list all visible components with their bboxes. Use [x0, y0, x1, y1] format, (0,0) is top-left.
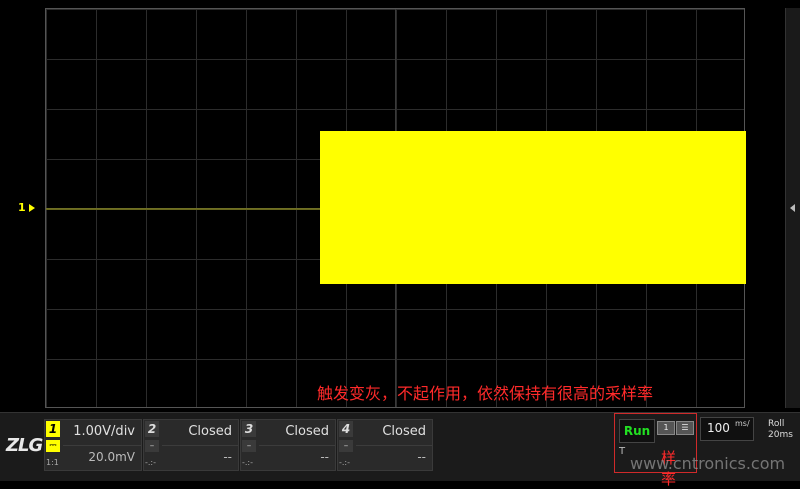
- roll-mode-indicator[interactable]: Roll 20ms: [768, 419, 793, 441]
- channel-1-number: 1: [46, 421, 60, 437]
- channel-4-offset: --: [417, 450, 426, 464]
- channel-4-probe-ratio: -.:-: [339, 458, 351, 467]
- channel-3-panel[interactable]: 3 – -.:- Closed --: [240, 419, 336, 471]
- channel-1-probe-ratio: 1:1: [46, 458, 59, 467]
- timebase-unit: ms/: [735, 419, 750, 428]
- panel-divider: [162, 445, 238, 446]
- waveform-grid[interactable]: [45, 8, 746, 408]
- acquire-mode-icon[interactable]: ☰: [676, 421, 694, 435]
- channel-4-number: 4: [339, 421, 353, 437]
- timebase-value: 100: [707, 421, 730, 435]
- status-bar: ZLG® 1 ⎓ 1:1 1.00V/div 20.0mV 2 – -.:- C…: [0, 412, 800, 488]
- side-menu-handle[interactable]: [785, 8, 800, 408]
- channel-2-probe-ratio: -.:-: [145, 458, 157, 467]
- timebase-readout[interactable]: 100 ms/: [700, 417, 754, 441]
- channel-1-coupling-icon: ⎓: [46, 440, 60, 452]
- channel-1-offset: 20.0mV: [88, 450, 135, 464]
- panel-divider: [63, 445, 141, 446]
- channel-2-offset: --: [223, 450, 232, 464]
- channel-4-panel[interactable]: 4 – -.:- Closed --: [337, 419, 433, 471]
- watermark-text: www.cntronics.com: [630, 454, 786, 473]
- panel-divider: [356, 445, 432, 446]
- mode-line-2: 20ms: [768, 430, 793, 440]
- channel-3-status: Closed: [285, 424, 329, 439]
- mode-line-1: Roll: [768, 419, 785, 429]
- run-stop-button[interactable]: Run: [619, 419, 655, 443]
- channel-3-coupling-icon: –: [242, 440, 256, 452]
- channel-3-probe-ratio: -.:-: [242, 458, 254, 467]
- right-arrow-icon: [28, 204, 35, 212]
- single-trigger-icon[interactable]: 1: [657, 421, 675, 435]
- panel-divider: [259, 445, 335, 446]
- ch1-trace-signal: [320, 131, 746, 284]
- channel-2-status: Closed: [188, 424, 232, 439]
- logo-text: ZLG: [6, 435, 43, 456]
- trigger-annotation: 触发变灰，不起作用，依然保持有很高的采样率: [317, 384, 654, 403]
- channel-3-number: 3: [242, 421, 256, 437]
- channel-2-panel[interactable]: 2 – -.:- Closed --: [143, 419, 239, 471]
- channel-4-coupling-icon: –: [339, 440, 353, 452]
- trigger-label: T: [619, 446, 626, 457]
- ch1-level-marker[interactable]: 1: [18, 201, 35, 214]
- ch1-marker-label: 1: [18, 201, 26, 214]
- channel-2-coupling-icon: –: [145, 440, 159, 452]
- ch1-trace-baseline: [46, 208, 320, 210]
- channel-1-panel[interactable]: 1 ⎓ 1:1 1.00V/div 20.0mV: [44, 419, 142, 471]
- channel-4-status: Closed: [382, 424, 426, 439]
- chevron-left-icon: [790, 204, 795, 212]
- channel-2-number: 2: [145, 421, 159, 437]
- channel-3-offset: --: [320, 450, 329, 464]
- channel-1-scale: 1.00V/div: [73, 424, 135, 439]
- oscilloscope-screen: 1 触发变灰，不起作用，依然保持有很高的采样率 ZLG® 1 ⎓ 1:1 1.0…: [0, 0, 800, 488]
